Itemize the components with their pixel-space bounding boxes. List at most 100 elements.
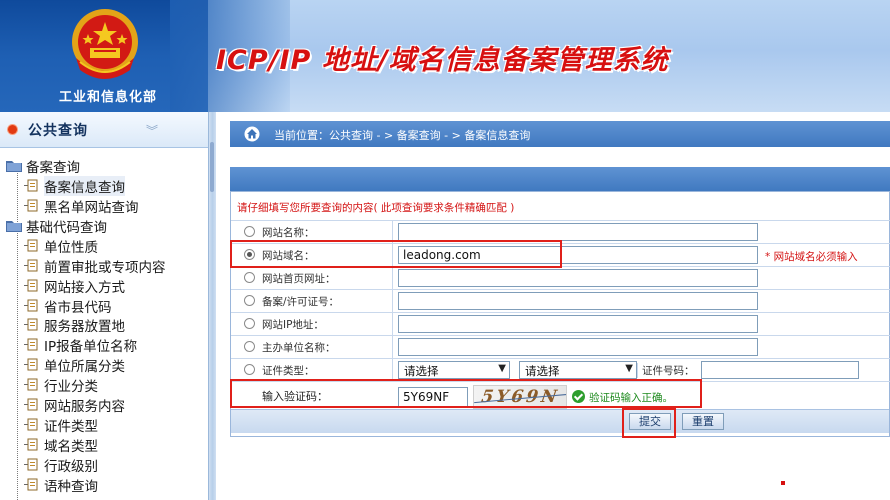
panel-body: 请仔细填写您所要查询的内容( 此项查询要求条件精确匹配 ) 网站名称： 网站域名… [230, 191, 890, 437]
sidebar-item-label: 域名类型 [44, 438, 98, 455]
label-cert-type: 证件类型： [262, 365, 315, 377]
document-icon [24, 299, 38, 312]
organizer-input[interactable] [398, 338, 758, 356]
label-domain: 网站域名： [262, 250, 315, 262]
sidebar-item-label: 单位性质 [44, 239, 98, 256]
captcha-input[interactable]: 5Y69NF [398, 387, 468, 407]
breadcrumb-text: 当前位置：公共查询 - > 备案查询 - > 备案信息查询 [274, 129, 531, 142]
domain-required-note: * 网站域名必须输入 [765, 251, 858, 263]
folder-icon [6, 219, 22, 232]
sidebar-item-label: 网站接入方式 [44, 279, 125, 296]
system-title: ICP/IP 地址/域名信息备案管理系统 [216, 45, 669, 76]
document-icon [24, 418, 38, 431]
label-organizer: 主办单位名称： [262, 342, 336, 354]
sidebar-item-label: 证件类型 [44, 418, 98, 435]
select-2-value: 请选择 [525, 364, 560, 378]
dropdown-arrow-icon: ▼ [498, 363, 506, 374]
captcha-row: 输入验证码： 5Y69NF 5Y69N F 验证码输入正确。 [231, 381, 890, 409]
sidebar-splitter[interactable] [208, 112, 216, 500]
radio-homepage[interactable] [244, 272, 255, 283]
sidebar-title: 公共查询 [28, 123, 88, 139]
sidebar-item-label: 备案信息查询 [44, 176, 125, 196]
homepage-input[interactable] [398, 269, 758, 287]
row-homepage: 网站首页网址： [231, 266, 890, 289]
domain-input[interactable]: leadong.com [398, 246, 758, 264]
row-divider [392, 336, 393, 358]
captcha-image[interactable]: 5Y69N F [473, 385, 567, 409]
license-input[interactable] [398, 292, 758, 310]
document-icon [24, 478, 38, 491]
sidebar-group-label: 备案查询 [26, 160, 80, 176]
button-bar: 提交 重置 [231, 409, 889, 433]
query-instruction: 请仔细填写您所要查询的内容( 此项查询要求条件精确匹配 ) [237, 202, 515, 214]
document-icon [24, 199, 38, 212]
page-header: 工业和信息化部 ICP/IP 地址/域名信息备案管理系统 [0, 0, 890, 112]
row-divider [392, 290, 393, 312]
label-homepage: 网站首页网址： [262, 273, 336, 285]
document-icon [24, 398, 38, 411]
radio-organizer[interactable] [244, 341, 255, 352]
cert-type-select-1[interactable]: 请选择 ▼ [398, 361, 510, 379]
document-icon [24, 378, 38, 391]
document-icon [24, 458, 38, 471]
label-site-name: 网站名称： [262, 227, 315, 239]
radio-cert-type[interactable] [244, 364, 255, 375]
label-ip: 网站IP地址： [262, 319, 324, 331]
row-cert-type: 证件类型： 请选择 ▼ 请选择 ▼ 证件号码： [231, 358, 890, 381]
sidebar-item-label: 前置审批或专项内容 [44, 259, 166, 276]
ip-input[interactable] [398, 315, 758, 333]
radio-site-name[interactable] [244, 226, 255, 237]
splitter-grip-icon[interactable] [210, 142, 214, 192]
row-organizer: 主办单位名称： [231, 335, 890, 358]
panel-title-bar [230, 167, 890, 191]
bullet-icon [8, 125, 17, 134]
cert-type-select-2[interactable]: 请选择 ▼ [519, 361, 637, 379]
document-icon [24, 338, 38, 351]
label-license: 备案/许可证号： [262, 296, 340, 308]
sidebar-item-label: 行政级别 [44, 458, 98, 475]
sidebar-item-label: 单位所属分类 [44, 359, 125, 376]
collapse-chevron-icon[interactable]: ︾ [146, 122, 158, 139]
document-icon [24, 179, 38, 192]
row-divider [392, 221, 393, 243]
red-marker [781, 481, 785, 485]
row-license: 备案/许可证号： [231, 289, 890, 312]
cert-number-label: 证件号码： [637, 363, 695, 378]
sidebar-item-label: 省市县代码 [44, 299, 112, 316]
row-ip: 网站IP地址： [231, 312, 890, 335]
row-divider [392, 313, 393, 335]
row-site-name: 网站名称： [231, 220, 890, 243]
document-icon [24, 318, 38, 331]
site-name-input[interactable] [398, 223, 758, 241]
sidebar-item-label: 语种查询 [44, 478, 98, 495]
sidebar-item-label: 服务器放置地 [44, 319, 125, 336]
breadcrumb: 当前位置：公共查询 - > 备案查询 - > 备案信息查询 [230, 121, 890, 147]
sidebar-item-label: 黑名单网站查询 [44, 199, 139, 216]
document-icon [24, 358, 38, 371]
document-icon [24, 259, 38, 272]
cert-number-input[interactable] [701, 361, 859, 379]
document-icon [24, 438, 38, 451]
radio-ip[interactable] [244, 318, 255, 329]
row-divider [392, 244, 393, 266]
radio-license[interactable] [244, 295, 255, 306]
query-panel: 请仔细填写您所要查询的内容( 此项查询要求条件精确匹配 ) 网站名称： 网站域名… [230, 167, 890, 437]
captcha-label: 输入验证码： [262, 390, 328, 403]
sidebar-item-label: 行业分类 [44, 379, 98, 396]
check-circle-icon [572, 390, 585, 403]
dropdown-arrow-icon: ▼ [625, 363, 633, 374]
ministry-name: 工业和信息化部 [58, 90, 157, 105]
document-icon [24, 239, 38, 252]
sidebar-item-label: IP报备单位名称 [44, 339, 138, 356]
radio-domain[interactable] [244, 249, 255, 260]
row-divider [392, 267, 393, 289]
home-icon [244, 126, 260, 142]
row-domain: 网站域名： leadong.com * 网站域名必须输入 [231, 243, 890, 266]
document-icon [24, 279, 38, 292]
sidebar-item-label: 网站服务内容 [44, 399, 125, 415]
sidebar-header[interactable]: 公共查询 ︾ [0, 112, 208, 148]
folder-icon [6, 159, 22, 172]
submit-button[interactable]: 提交 [629, 413, 671, 430]
reset-button[interactable]: 重置 [682, 413, 724, 430]
national-emblem-icon [72, 9, 138, 79]
